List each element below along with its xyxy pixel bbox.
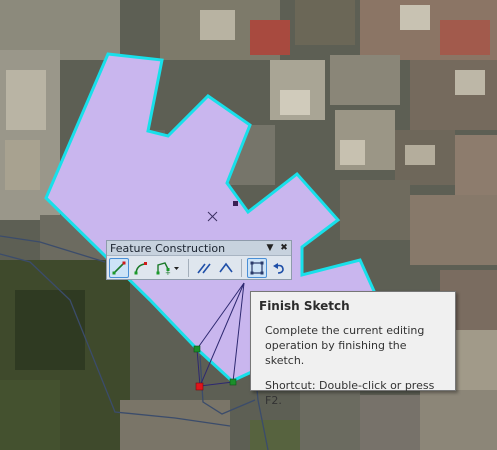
label-point-marker (233, 201, 238, 206)
perpendicular-button[interactable] (216, 258, 236, 278)
feature-construction-toolbar: Feature Construction ▼ ✖ + (106, 240, 292, 280)
undo-button[interactable] (269, 258, 289, 278)
finish-sketch-icon (250, 261, 264, 275)
close-icon[interactable]: ✖ (277, 243, 291, 253)
parallel-button[interactable] (194, 258, 214, 278)
perpendicular-icon (219, 262, 233, 273)
tooltip-shortcut: Shortcut: Double-click or press F2. (265, 379, 435, 407)
undo-icon (273, 263, 284, 274)
end-point-arc-button[interactable] (131, 258, 151, 278)
tooltip-description: Complete the current editing operation b… (265, 324, 425, 367)
svg-text:+: + (165, 269, 171, 275)
trace-dropdown-icon: + (156, 262, 179, 275)
finish-sketch-button[interactable] (247, 258, 267, 278)
parallel-icon (197, 263, 211, 274)
sketch-vertex-start[interactable] (193, 345, 201, 353)
toolbar-title: Feature Construction (110, 241, 226, 255)
sketch-vertex-current[interactable] (195, 382, 204, 391)
trace-dropdown-button[interactable]: + (153, 258, 183, 278)
end-point-arc-icon (134, 262, 147, 275)
toolbar-separator (188, 259, 189, 277)
toolbar-separator (241, 259, 242, 277)
sketch-vertex-last[interactable] (229, 378, 237, 386)
toolbar-title-bar[interactable]: Feature Construction ▼ ✖ (107, 241, 291, 256)
finish-sketch-tooltip: Finish Sketch Complete the current editi… (250, 291, 456, 407)
straight-segment-button[interactable] (109, 258, 129, 278)
tooltip-title: Finish Sketch (259, 299, 350, 313)
chevron-down-icon[interactable]: ▼ (263, 243, 277, 253)
straight-segment-icon (112, 261, 126, 275)
